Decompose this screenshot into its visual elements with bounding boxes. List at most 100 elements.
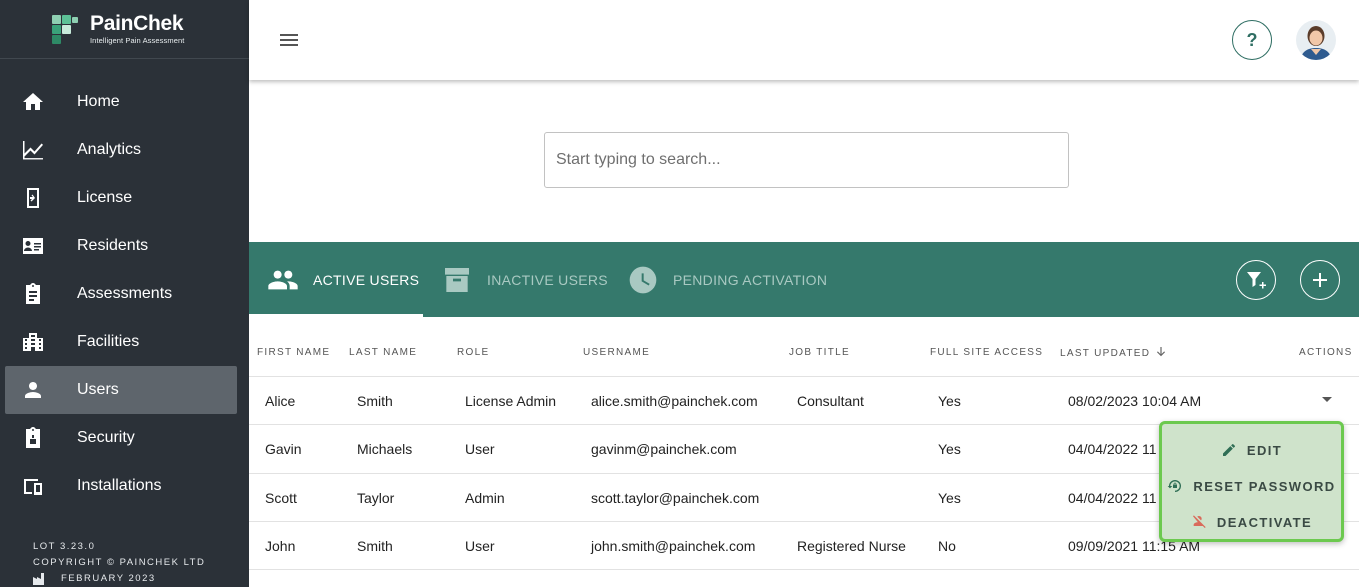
cell-first-name: Alice bbox=[265, 393, 296, 409]
cell-last-name: Michaels bbox=[357, 441, 413, 458]
help-button[interactable]: ? bbox=[1232, 20, 1272, 60]
sidebar-divider bbox=[0, 58, 249, 59]
sidebar-item-security[interactable]: Security bbox=[0, 414, 249, 462]
cell-last-name: Smith bbox=[357, 537, 393, 554]
sidebar-item-residents[interactable]: Residents bbox=[0, 222, 249, 270]
sidebar-item-facilities[interactable]: Facilities bbox=[0, 318, 249, 366]
cell-username: alice.smith@painchek.com bbox=[591, 393, 758, 409]
cell-username: john.smith@painchek.com bbox=[591, 537, 756, 554]
cell-last-updated: 04/04/2022 11 bbox=[1068, 489, 1157, 506]
column-header-job-title[interactable]: JOB TITLE bbox=[789, 347, 850, 358]
copyright-text: COPYRIGHT © PAINCHEK LTD bbox=[33, 557, 206, 568]
cell-first-name: Gavin bbox=[265, 441, 302, 458]
sidebar: PainChek Intelligent Pain Assessment Hom… bbox=[0, 0, 249, 587]
sidebar-item-label: Facilities bbox=[77, 333, 140, 350]
factory-icon bbox=[33, 573, 47, 585]
facilities-icon bbox=[21, 330, 45, 354]
hamburger-menu-icon[interactable] bbox=[277, 28, 301, 52]
security-icon bbox=[21, 426, 45, 450]
column-header-full-site-access[interactable]: FULL SITE ACCESS bbox=[930, 347, 1043, 358]
sidebar-item-label: License bbox=[77, 189, 133, 206]
version-lot: LOT 3.23.0 bbox=[33, 541, 96, 552]
sidebar-item-license[interactable]: License bbox=[0, 174, 249, 222]
painchek-logo-icon bbox=[52, 15, 78, 44]
sidebar-item-users[interactable]: Users bbox=[5, 366, 237, 414]
pencil-icon bbox=[1221, 442, 1237, 458]
cell-username: scott.taylor@painchek.com bbox=[591, 489, 760, 506]
reset-password-menu-item[interactable]: RESET PASSWORD bbox=[1162, 471, 1341, 501]
brand-name: PainChek bbox=[90, 12, 184, 35]
cell-full-site-access: No bbox=[938, 537, 956, 554]
sidebar-item-label: Installations bbox=[77, 477, 162, 494]
cell-role: Admin bbox=[465, 489, 505, 506]
cell-role: User bbox=[465, 537, 495, 554]
users-tab-bar: ACTIVE USERS INACTIVE USERS PENDING ACTI… bbox=[249, 242, 1359, 317]
home-icon bbox=[21, 90, 45, 114]
cell-full-site-access: Yes bbox=[938, 393, 961, 409]
filter-add-icon bbox=[1247, 272, 1266, 289]
table-header: FIRST NAME LAST NAME ROLE USERNAME JOB T… bbox=[249, 317, 1359, 377]
column-header-username[interactable]: USERNAME bbox=[583, 347, 650, 358]
user-icon bbox=[21, 378, 45, 402]
tab-label: ACTIVE USERS bbox=[313, 271, 420, 288]
license-icon bbox=[21, 186, 45, 210]
cell-job-title: Consultant bbox=[797, 393, 864, 409]
column-header-last-name[interactable]: LAST NAME bbox=[349, 347, 417, 358]
column-header-last-updated[interactable]: LAST UPDATED bbox=[1060, 347, 1166, 359]
cell-first-name: John bbox=[265, 537, 296, 554]
add-user-button[interactable] bbox=[1300, 260, 1340, 300]
user-avatar-icon bbox=[1296, 20, 1336, 60]
cell-full-site-access: Yes bbox=[938, 489, 961, 506]
app-root: PainChek Intelligent Pain Assessment Hom… bbox=[0, 0, 1359, 587]
sidebar-item-label: Assessments bbox=[77, 285, 173, 302]
sidebar-item-assessments[interactable]: Assessments bbox=[0, 270, 249, 318]
cell-last-updated: 04/04/2022 11 bbox=[1068, 441, 1157, 458]
clock-icon bbox=[627, 264, 659, 296]
sidebar-item-analytics[interactable]: Analytics bbox=[0, 126, 249, 174]
column-header-actions: ACTIONS bbox=[1299, 347, 1353, 358]
sidebar-item-label: Analytics bbox=[77, 141, 142, 158]
column-header-role[interactable]: ROLE bbox=[457, 347, 489, 358]
release-date-row: FEBRUARY 2023 bbox=[33, 571, 205, 587]
menu-item-label: EDIT bbox=[1246, 442, 1283, 458]
sidebar-item-label: Residents bbox=[77, 237, 149, 254]
person-off-icon bbox=[1191, 514, 1207, 530]
table-row[interactable]: Alice Smith License Admin alice.smith@pa… bbox=[249, 377, 1359, 426]
menu-item-label: RESET PASSWORD bbox=[1193, 478, 1336, 494]
chevron-down-icon[interactable] bbox=[1319, 391, 1335, 407]
analytics-icon bbox=[21, 138, 45, 162]
sort-descending-icon bbox=[1156, 347, 1166, 357]
sidebar-item-label: Security bbox=[77, 429, 135, 446]
residents-icon bbox=[21, 234, 45, 258]
cell-first-name: Scott bbox=[265, 489, 297, 506]
filter-button[interactable] bbox=[1236, 260, 1276, 300]
tab-inactive-users[interactable]: INACTIVE USERS bbox=[441, 242, 608, 317]
painchek-logo[interactable]: PainChek Intelligent Pain Assessment bbox=[50, 12, 200, 46]
tab-active-users[interactable]: ACTIVE USERS bbox=[267, 242, 419, 317]
tab-pending-activation[interactable]: PENDING ACTIVATION bbox=[627, 242, 827, 317]
sidebar-item-label: Users bbox=[77, 381, 119, 398]
edit-menu-item[interactable]: EDIT bbox=[1162, 435, 1341, 465]
installations-icon bbox=[21, 474, 45, 498]
sidebar-item-home[interactable]: Home bbox=[0, 78, 249, 126]
people-icon bbox=[267, 264, 299, 296]
cell-last-name: Taylor bbox=[357, 489, 395, 506]
release-date: FEBRUARY 2023 bbox=[61, 573, 156, 584]
cell-last-name: Smith bbox=[357, 393, 393, 409]
tab-label: INACTIVE USERS bbox=[487, 271, 608, 288]
sidebar-item-installations[interactable]: Installations bbox=[0, 462, 249, 510]
column-header-first-name[interactable]: FIRST NAME bbox=[257, 347, 330, 358]
sidebar-nav: Home Analytics License Residents Assessm… bbox=[0, 78, 249, 510]
cell-role: License Admin bbox=[465, 393, 557, 409]
search-input[interactable] bbox=[544, 132, 1069, 188]
plus-icon bbox=[1313, 273, 1327, 287]
cell-full-site-access: Yes bbox=[938, 441, 961, 458]
avatar[interactable] bbox=[1296, 20, 1336, 60]
deactivate-menu-item[interactable]: DEACTIVATE bbox=[1162, 507, 1341, 537]
lock-reset-icon bbox=[1167, 478, 1183, 494]
cell-job-title: Registered Nurse bbox=[797, 537, 906, 554]
brand-tagline: Intelligent Pain Assessment bbox=[90, 36, 185, 45]
row-actions-menu: EDIT RESET PASSWORD DEACTIVATE bbox=[1159, 421, 1344, 542]
tab-label: PENDING ACTIVATION bbox=[673, 271, 828, 288]
menu-item-label: DEACTIVATE bbox=[1216, 514, 1313, 530]
